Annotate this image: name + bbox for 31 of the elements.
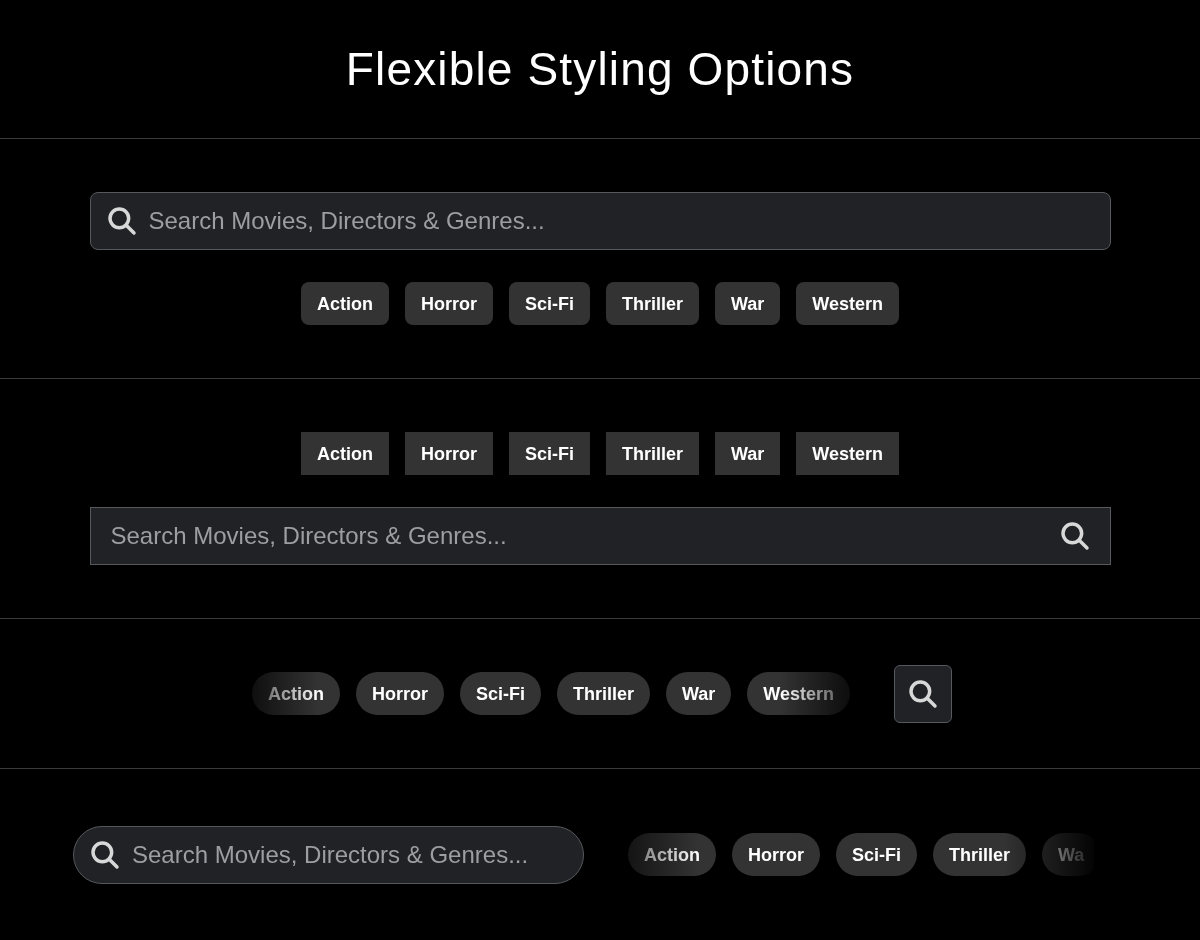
search-icon: [1058, 520, 1091, 552]
genre-chip[interactable]: Western: [796, 432, 900, 475]
genre-chip[interactable]: Thriller: [606, 432, 699, 475]
page-title: Flexible Styling Options: [345, 41, 855, 97]
genre-chip[interactable]: Horror: [404, 282, 493, 325]
genre-chip[interactable]: Action: [251, 672, 340, 715]
genre-chip[interactable]: Sci-Fi: [459, 672, 541, 715]
genre-chip[interactable]: Western: [747, 672, 851, 715]
search-button[interactable]: [894, 664, 953, 723]
genre-chip[interactable]: Western: [796, 282, 900, 325]
genre-chip[interactable]: War: [666, 672, 732, 715]
search-field[interactable]: Search Movies, Directors & Genres...: [73, 825, 584, 884]
genre-chip[interactable]: Sci-Fi: [508, 282, 590, 325]
genre-chip[interactable]: Horror: [355, 672, 444, 715]
search-icon: [89, 838, 121, 871]
search-field[interactable]: Search Movies, Directors & Genres...: [89, 507, 1111, 565]
genre-chip[interactable]: War: [715, 282, 781, 325]
search-icon: [907, 677, 940, 710]
search-icon: [105, 205, 138, 237]
genre-chip[interactable]: Action: [300, 432, 389, 475]
genre-chip[interactable]: Action: [300, 282, 389, 325]
genre-chip[interactable]: Thriller: [606, 282, 699, 325]
genre-chip[interactable]: Horror: [732, 833, 820, 876]
genre-chip[interactable]: Horror: [404, 432, 493, 475]
genre-chip[interactable]: Sci-Fi: [508, 432, 590, 475]
genre-chip[interactable]: War: [715, 432, 781, 475]
genre-chip[interactable]: Action: [628, 833, 716, 876]
genre-chip[interactable]: Thriller: [933, 833, 1027, 876]
genre-chip[interactable]: Sci-Fi: [836, 833, 918, 876]
genre-chip[interactable]: Thriller: [557, 672, 650, 715]
search-field[interactable]: Search Movies, Directors & Genres...: [89, 192, 1111, 250]
